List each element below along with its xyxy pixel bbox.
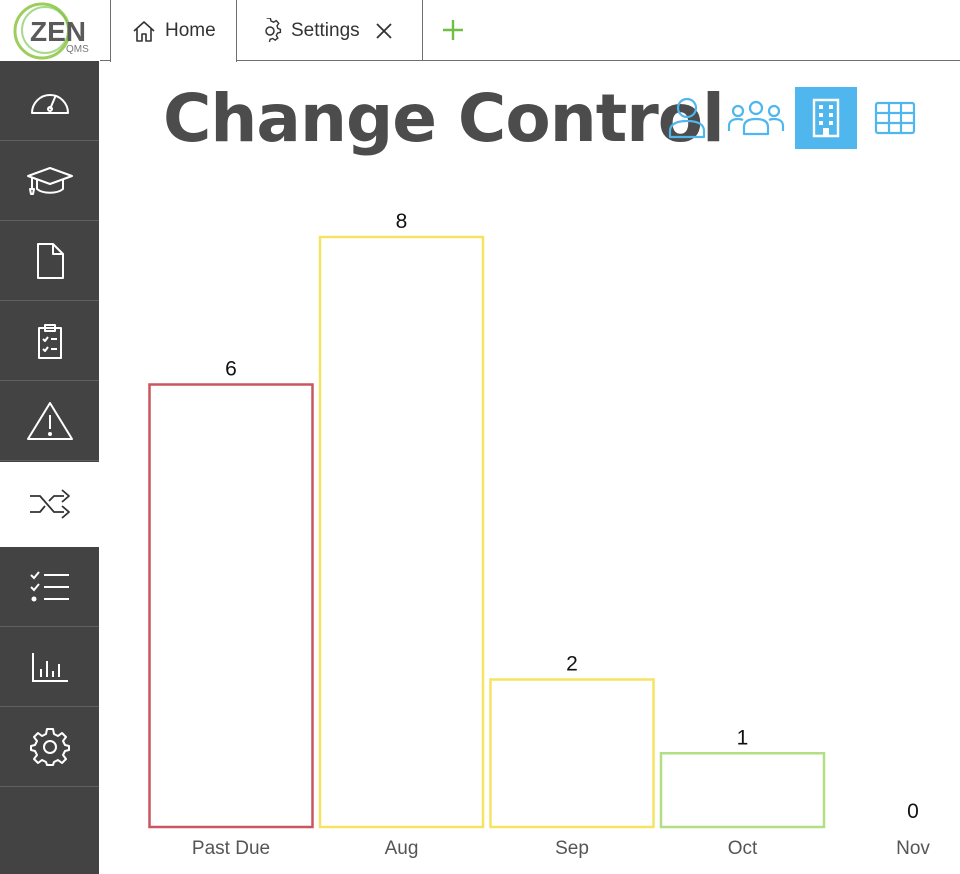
checklist-icon — [29, 570, 69, 601]
sidebar-item-documents[interactable] — [0, 221, 99, 301]
sidebar-item-settings[interactable] — [0, 707, 99, 787]
bar-chart-icon — [31, 652, 68, 682]
shuffle-icon — [29, 489, 70, 519]
bar-sep[interactable] — [489, 678, 655, 829]
data-label: 8 — [396, 210, 408, 233]
data-label: 1 — [737, 726, 749, 749]
view-table-button[interactable] — [864, 87, 926, 149]
zen-qms-logo[interactable]: ZEN QMS — [0, 0, 100, 61]
warning-icon — [26, 401, 73, 440]
x-tick-label: Past Due — [192, 838, 270, 859]
sidebar-item-training[interactable] — [0, 141, 99, 221]
view-company-button[interactable] — [795, 87, 857, 149]
tab-settings-label: Settings — [291, 19, 360, 41]
table-icon — [874, 101, 916, 135]
bar-past-due[interactable] — [148, 383, 314, 829]
logo-sub-text: QMS — [66, 44, 89, 55]
sidebar-item-tasks[interactable] — [0, 547, 99, 627]
data-label: 2 — [566, 653, 578, 676]
sidebar — [0, 61, 99, 874]
tab-settings[interactable]: Settings — [237, 0, 423, 61]
add-tab-button[interactable] — [440, 17, 466, 43]
users-icon — [727, 100, 785, 136]
sidebar-item-reports[interactable] — [0, 627, 99, 707]
sidebar-item-change-control[interactable] — [0, 462, 99, 547]
view-group-button[interactable] — [725, 87, 787, 149]
tab-home[interactable]: Home — [110, 0, 237, 62]
clipboard-checklist-icon — [37, 323, 62, 359]
sidebar-item-audits[interactable] — [0, 301, 99, 381]
tab-home-label: Home — [165, 20, 216, 41]
x-tick-label: Nov — [896, 838, 930, 859]
building-icon — [812, 98, 840, 138]
plus-icon — [443, 20, 463, 40]
home-icon — [133, 21, 155, 42]
top-bar: ZEN QMS Home Settings — [0, 0, 960, 62]
speedometer-icon — [30, 93, 69, 114]
x-tick-label: Sep — [555, 838, 589, 859]
graduation-cap-icon — [26, 166, 73, 195]
bar-aug[interactable] — [318, 235, 485, 829]
close-tab-icon[interactable] — [374, 21, 394, 41]
change-control-chart: 6 Past Due 8 Aug 2 Sep 1 Oct 0 Nov — [100, 190, 960, 874]
document-icon — [36, 242, 64, 279]
x-tick-label: Aug — [385, 838, 419, 859]
page-title: Change Control — [163, 80, 725, 157]
bar-oct[interactable] — [659, 752, 826, 829]
x-tick-label: Oct — [728, 838, 758, 859]
bar-chart: 6 Past Due 8 Aug 2 Sep 1 Oct 0 Nov — [148, 210, 930, 859]
gear-icon — [265, 17, 282, 42]
data-label: 6 — [225, 358, 237, 381]
data-label: 0 — [907, 800, 919, 823]
logo-brand-text: ZEN — [30, 16, 86, 47]
gear-icon — [29, 727, 70, 766]
view-user-button[interactable] — [656, 87, 718, 149]
sidebar-item-risk[interactable] — [0, 381, 99, 461]
sidebar-item-dashboard[interactable] — [0, 61, 99, 141]
user-icon — [668, 97, 706, 139]
